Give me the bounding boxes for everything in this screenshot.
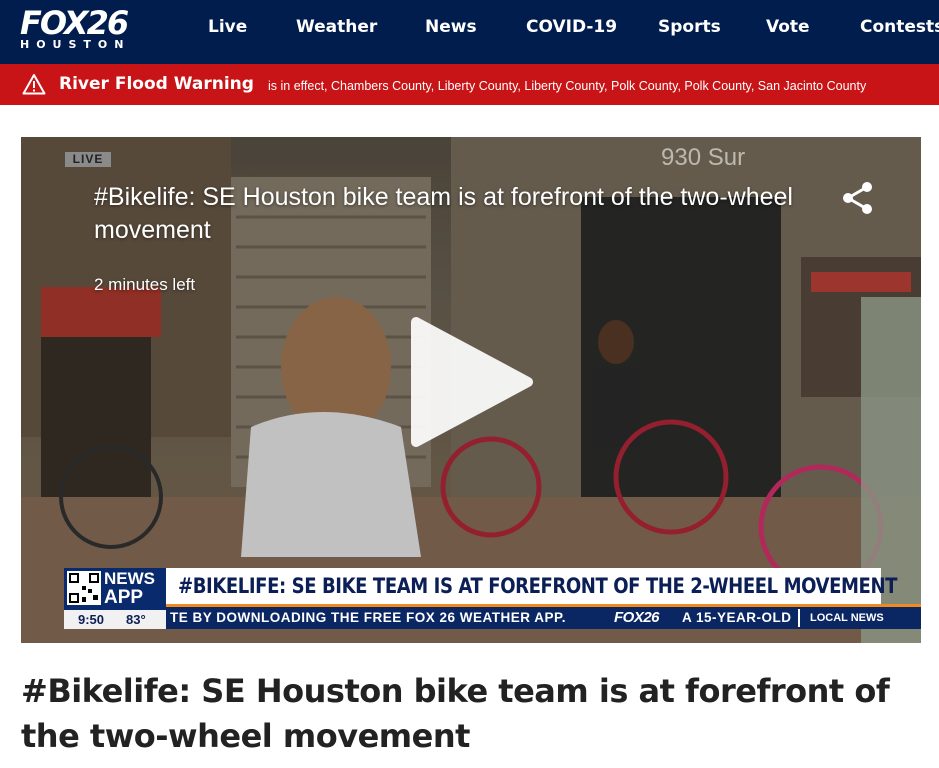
video-time-left: 2 minutes left <box>94 275 196 294</box>
lower-third-headline: #BIKELIFE: SE BIKE TEAM IS AT FOREFRONT … <box>166 568 897 604</box>
article-title: #Bikelife: SE Houston bike team is at fo… <box>21 672 890 755</box>
ticker-local-news: LOCAL NEWS <box>810 612 884 624</box>
nav-item-covid-19[interactable]: COVID-19 <box>526 0 617 54</box>
ticker-separator <box>798 609 800 627</box>
video-player[interactable]: 930 Sur LIVE #Bikelife: SE Houston bike … <box>21 137 921 643</box>
nav-item-sports[interactable]: Sports <box>658 0 721 54</box>
warning-triangle-icon <box>22 74 46 95</box>
play-icon[interactable] <box>406 317 536 447</box>
nav-item-contests[interactable]: Contests <box>860 0 939 54</box>
ticker-text: TE BY DOWNLOADING THE FREE FOX 26 WEATHE… <box>170 610 567 625</box>
nav-item-news[interactable]: News <box>425 0 477 54</box>
lower-third-ticker: TE BY DOWNLOADING THE FREE FOX 26 WEATHE… <box>166 607 921 629</box>
qr-code-icon <box>67 571 101 605</box>
lower-third-temp: 83° <box>126 612 146 627</box>
ticker-text-2: A 15-YEAR-OLD <box>682 610 792 625</box>
logo-sub-text: HOUSTON <box>20 38 131 51</box>
lower-third-time: 9:50 <box>78 612 105 627</box>
site-header: FOX26 HOUSTON Live Weather News COVID-19… <box>0 0 939 64</box>
nav-item-vote[interactable]: Vote <box>766 0 810 54</box>
nav-item-live[interactable]: Live <box>208 0 247 54</box>
ticker-brand: FOX26 <box>614 609 660 626</box>
share-icon[interactable] <box>841 181 875 215</box>
lower-third-headline-text: #BIKELIFE: SE BIKE TEAM IS AT FOREFRONT … <box>178 574 898 598</box>
fox26-houston-logo[interactable]: FOX26 HOUSTON <box>20 4 130 51</box>
alert-detail: is in effect, Chambers County, Liberty C… <box>268 79 867 93</box>
lower-third-time-temp: 9:50 83° <box>64 610 166 629</box>
logo-main-text: FOX26 <box>20 4 129 42</box>
news-app-line1: NEWS <box>104 569 155 588</box>
live-badge: LIVE <box>65 152 111 167</box>
news-app-badge: NEWS APP <box>64 568 166 610</box>
video-title: #Bikelife: SE Houston bike team is at fo… <box>94 183 793 244</box>
weather-alert-bar[interactable]: River Flood Warning is in effect, Chambe… <box>0 64 939 105</box>
nav-item-weather[interactable]: Weather <box>296 0 377 54</box>
news-app-line2: APP <box>104 587 144 608</box>
alert-title[interactable]: River Flood Warning <box>59 64 254 105</box>
